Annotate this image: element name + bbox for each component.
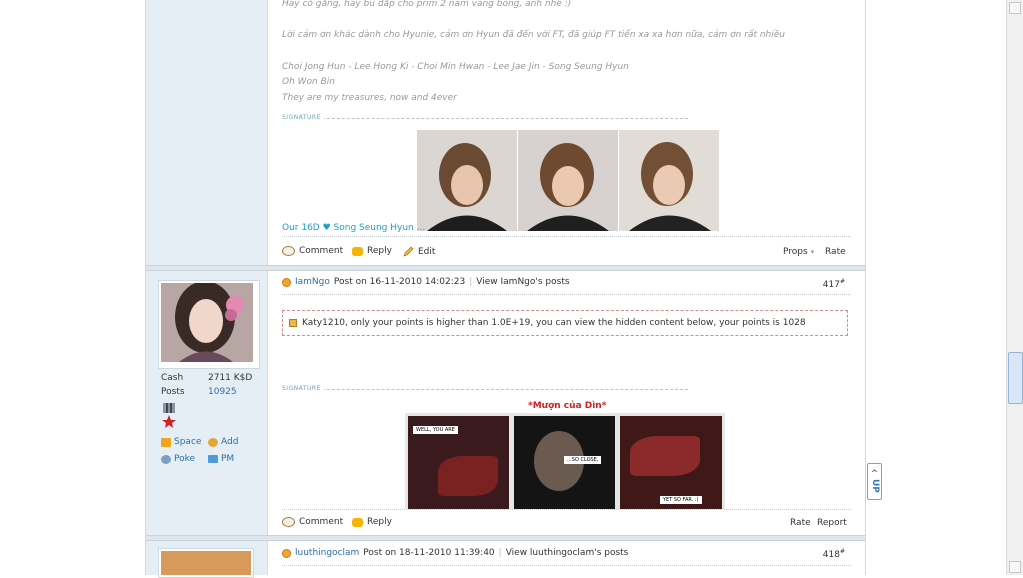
comic-caption: YET SO FAR. :) bbox=[660, 496, 702, 504]
post-3-content: luuthingoclam Post on 18-11-2010 11:39:4… bbox=[268, 541, 865, 575]
signature-comic: WELL, YOU ARE ...SO CLOSE, YET SO FAR. :… bbox=[405, 413, 725, 509]
report-link[interactable]: Report bbox=[817, 518, 847, 528]
medal-icon bbox=[162, 403, 176, 428]
hidden-content-notice: Katy1210, only your points is higher tha… bbox=[282, 310, 848, 336]
comment-button[interactable]: Comment bbox=[282, 517, 343, 527]
signature-label: SIGNATURE bbox=[282, 385, 324, 392]
hidden-notice-text: Katy1210, only your points is higher tha… bbox=[302, 318, 806, 328]
reply-icon bbox=[352, 246, 363, 256]
avatar-image bbox=[161, 551, 251, 575]
chevron-down-icon: ▾ bbox=[810, 248, 815, 256]
edit-button[interactable]: Edit bbox=[402, 246, 435, 258]
signature-divider: SIGNATURE bbox=[282, 114, 688, 124]
author-link[interactable]: IamNgo bbox=[295, 277, 330, 287]
reply-label: Reply bbox=[367, 246, 392, 256]
post-text-line: They are my treasures, now and 4ever bbox=[282, 93, 457, 103]
post-header: IamNgo Post on 16-11-2010 14:02:23 | Vie… bbox=[282, 277, 570, 287]
reply-label: Reply bbox=[367, 517, 392, 527]
post-text-line: Lời cảm ơn khác dành cho Hyunie, cảm ơn … bbox=[282, 30, 786, 40]
post-text-line: Hãy cố gắng, hãy bù đắp cho prim 2 năm v… bbox=[282, 0, 572, 9]
reply-button[interactable]: Reply bbox=[352, 517, 392, 527]
post-3-sidebar bbox=[146, 541, 268, 578]
lock-icon bbox=[289, 319, 297, 327]
scroll-down-arrow[interactable] bbox=[1009, 561, 1021, 573]
post-1: Hãy cố gắng, hãy bù đắp cho prim 2 năm v… bbox=[146, 0, 865, 265]
post-2-sidebar: Cash 2711 K$D Posts 10925 Space Add Poke bbox=[146, 271, 268, 535]
edit-label: Edit bbox=[418, 247, 436, 257]
comment-label: Comment bbox=[299, 246, 344, 256]
post-date: Post on 16-11-2010 14:02:23 bbox=[333, 277, 466, 287]
comic-caption: WELL, YOU ARE bbox=[413, 426, 458, 434]
posts-label: Posts bbox=[161, 387, 185, 397]
scroll-up-arrow[interactable] bbox=[1009, 2, 1021, 14]
scroll-to-top-button[interactable]: ^ UP bbox=[867, 463, 882, 500]
reply-icon bbox=[352, 517, 363, 527]
reply-button[interactable]: Reply bbox=[352, 246, 392, 256]
signature-image bbox=[417, 130, 719, 231]
avatar-image bbox=[161, 281, 253, 362]
post-1-content: Hãy cố gắng, hãy bù đắp cho prim 2 năm v… bbox=[268, 0, 865, 265]
poke-label: Poke bbox=[174, 454, 196, 464]
online-status-icon bbox=[282, 277, 291, 287]
comic-panel: ...SO CLOSE, bbox=[514, 416, 615, 509]
post-floor: 417# bbox=[823, 278, 845, 290]
home-icon bbox=[161, 437, 171, 447]
view-posts-link[interactable]: View luuthingoclam's posts bbox=[506, 548, 629, 558]
author-link[interactable]: luuthingoclam bbox=[295, 548, 359, 558]
floor-number: 417 bbox=[822, 280, 840, 290]
post-1-sidebar bbox=[146, 0, 268, 265]
signature-caption-link[interactable]: Our 16D ♥ Song Seung Hyun ... bbox=[282, 223, 425, 233]
avatar[interactable] bbox=[158, 548, 254, 578]
post-date: Post on 18-11-2010 11:39:40 bbox=[363, 548, 495, 558]
comment-icon bbox=[282, 246, 295, 256]
add-label: Add bbox=[221, 437, 239, 447]
view-posts-link[interactable]: View IamNgo's posts bbox=[476, 277, 569, 287]
rate-link[interactable]: Rate bbox=[825, 247, 846, 257]
rate-link[interactable]: Rate bbox=[790, 518, 811, 528]
cash-value: 2711 K$D bbox=[208, 373, 253, 383]
online-status-icon bbox=[282, 548, 291, 558]
poke-link[interactable]: Poke bbox=[161, 454, 195, 464]
avatar[interactable] bbox=[158, 280, 260, 369]
pm-link[interactable]: PM bbox=[208, 454, 234, 464]
comment-button[interactable]: Comment bbox=[282, 246, 343, 256]
floor-mark: # bbox=[839, 278, 845, 285]
post-text-line: Choi Jong Hun - Lee Hong Ki - Choi Min H… bbox=[282, 62, 629, 72]
post-header: luuthingoclam Post on 18-11-2010 11:39:4… bbox=[282, 548, 628, 558]
pencil-icon bbox=[403, 246, 414, 257]
add-friend-link[interactable]: Add bbox=[208, 437, 238, 447]
comic-panel: YET SO FAR. :) bbox=[620, 416, 722, 509]
signature-divider: SIGNATURE bbox=[282, 385, 688, 395]
floor-number: 418 bbox=[822, 550, 840, 560]
pm-label: PM bbox=[221, 454, 235, 464]
post-3: luuthingoclam Post on 18-11-2010 11:39:4… bbox=[146, 541, 865, 578]
signature-title: *Mượn của Dìn* bbox=[528, 401, 607, 411]
photo-strip bbox=[417, 130, 719, 231]
up-label: UP bbox=[870, 479, 880, 493]
cash-label: Cash bbox=[161, 373, 184, 383]
space-link[interactable]: Space bbox=[161, 437, 201, 447]
forum-thread: Hãy cố gắng, hãy bù đắp cho prim 2 năm v… bbox=[145, 0, 866, 578]
props-menu[interactable]: Props ▾ bbox=[783, 247, 814, 257]
posts-value[interactable]: 10925 bbox=[208, 387, 237, 397]
vertical-scrollbar[interactable] bbox=[1006, 0, 1023, 575]
comic-panel: WELL, YOU ARE bbox=[408, 416, 509, 509]
poke-icon bbox=[161, 454, 171, 464]
props-label: Props bbox=[783, 247, 808, 257]
comment-icon bbox=[282, 517, 295, 527]
space-label: Space bbox=[174, 437, 202, 447]
floor-mark: # bbox=[839, 548, 845, 555]
signature-label: SIGNATURE bbox=[282, 114, 324, 121]
post-2-content: IamNgo Post on 16-11-2010 14:02:23 | Vie… bbox=[268, 271, 865, 535]
comment-label: Comment bbox=[299, 517, 344, 527]
scrollbar-thumb[interactable] bbox=[1008, 352, 1023, 404]
comic-caption: ...SO CLOSE, bbox=[564, 456, 602, 464]
envelope-icon bbox=[208, 455, 218, 463]
post-2: Cash 2711 K$D Posts 10925 Space Add Poke bbox=[146, 271, 865, 535]
post-text-line: Oh Won Bin bbox=[282, 77, 335, 87]
post-floor: 418# bbox=[823, 548, 845, 560]
up-arrow-icon: ^ bbox=[870, 469, 879, 480]
add-friend-icon bbox=[208, 437, 218, 447]
